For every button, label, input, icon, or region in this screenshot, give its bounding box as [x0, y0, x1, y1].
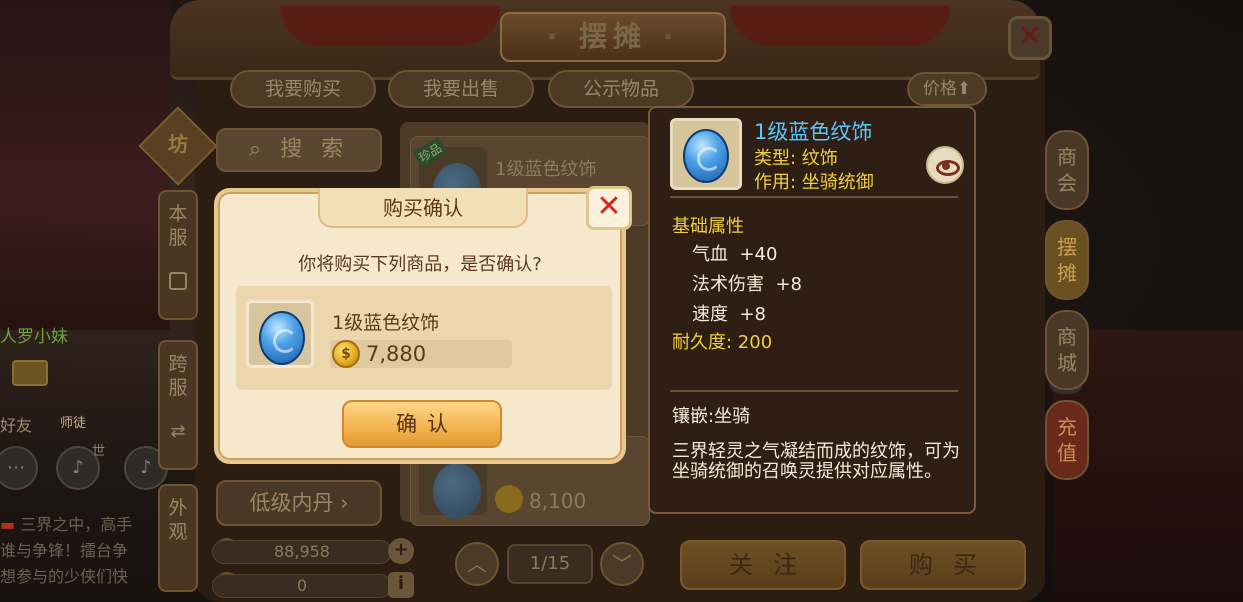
blue-gem-icon — [683, 129, 729, 183]
divider — [670, 390, 958, 392]
tooltip-item-icon — [670, 118, 742, 190]
add-money-button[interactable]: + — [388, 538, 414, 564]
attribute-value: +40 — [739, 244, 778, 265]
list-item-price: 8,100 — [529, 489, 587, 513]
search-icon: ⌕ — [248, 137, 268, 162]
blue-gem-icon — [433, 463, 481, 519]
category-low-inner-dan[interactable]: 低级内丹 › — [216, 480, 382, 526]
gold-amount: 0 — [212, 574, 392, 598]
tab-appearance[interactable]: 外观 — [158, 484, 198, 592]
side-tab-label: 商城 — [1057, 325, 1077, 375]
attribute-row: 法术伤害 +8 — [692, 270, 802, 296]
durability: 耐久度: 200 — [672, 332, 773, 353]
curtain-decoration — [730, 6, 950, 46]
mentor-label[interactable]: 师徒 — [60, 412, 86, 431]
side-tab-label: 摆摊 — [1057, 235, 1077, 285]
chat-bubble-icon[interactable]: ⋯ — [0, 446, 38, 490]
curtain-decoration — [280, 6, 500, 46]
silver-amount: 88,958 — [212, 540, 392, 564]
tooltip-item-use: 作用: 坐骑统御 — [754, 172, 874, 193]
grid-icon — [169, 272, 187, 290]
dialog-item-price: 7,880 — [366, 342, 427, 366]
side-tab-mall[interactable]: 商城 — [1045, 310, 1089, 390]
price-sort-button[interactable]: 价格⬆ — [907, 72, 987, 106]
stall-badge-text: 坊 — [168, 132, 188, 156]
attribute-label: 速度 — [692, 304, 728, 325]
attribute-row: 速度 +8 — [692, 300, 766, 326]
page-indicator: 1/15 — [507, 544, 593, 584]
list-item-name: 1级蓝色纹饰 — [495, 159, 597, 180]
search-button[interactable]: ⌕ 搜 索 — [216, 128, 382, 172]
tab-appearance-label: 外观 — [168, 497, 188, 543]
swap-icon: ⇄ — [170, 421, 186, 442]
attribute-label: 法术伤害 — [692, 274, 764, 295]
side-tab-stall[interactable]: 摆摊 — [1045, 220, 1089, 300]
attribute-value: +8 — [739, 304, 766, 325]
confirm-button[interactable]: 确认 — [342, 400, 502, 448]
side-tab-recharge[interactable]: 充值 — [1045, 400, 1089, 480]
mail-icon[interactable] — [12, 360, 48, 386]
tab-this-server-label: 本服 — [168, 203, 188, 249]
tab-cross-server[interactable]: 跨服 ⇄ — [158, 340, 198, 470]
item-tooltip: 1级蓝色纹饰 类型: 纹饰 作用: 坐骑统御 基础属性 气血 +40 法术伤害 … — [648, 106, 976, 514]
attribute-label: 气血 — [692, 244, 728, 265]
window-title: · 摆摊 · — [500, 12, 726, 62]
tooltip-item-type: 类型: 纹饰 — [754, 148, 838, 169]
tab-public-items[interactable]: 公示物品 — [548, 70, 694, 108]
purchase-confirm-dialog: 购买确认 ✕ 你将购买下列商品，是否确认? 1级蓝色纹饰 $ 7,880 确认 — [214, 186, 632, 464]
buy-button[interactable]: 购买 — [860, 540, 1026, 590]
eye-icon[interactable] — [926, 146, 964, 184]
dialog-item-name: 1级蓝色纹饰 — [332, 312, 440, 334]
tooltip-item-name: 1级蓝色纹饰 — [754, 120, 873, 144]
side-tab-chamber[interactable]: 商会 — [1045, 130, 1089, 210]
blue-gem-icon — [259, 311, 305, 365]
window-close-button[interactable]: ✕ — [1008, 16, 1052, 60]
attribute-row: 气血 +40 — [692, 240, 777, 266]
page-down-button[interactable]: ﹀ — [600, 542, 644, 586]
base-attributes-title: 基础属性 — [672, 216, 744, 237]
tab-buy[interactable]: 我要购买 — [230, 70, 376, 108]
gold-coin-icon: $ — [332, 340, 360, 368]
follow-button[interactable]: 关注 — [680, 540, 846, 590]
page-up-button[interactable]: ︿ — [455, 542, 499, 586]
dialog-item-icon — [246, 300, 314, 368]
side-tab-label: 商会 — [1057, 145, 1077, 195]
search-button-label: 搜 索 — [280, 137, 350, 162]
dialog-close-button[interactable]: ✕ — [586, 186, 632, 230]
dialog-title-bar: 购买确认 — [318, 188, 528, 228]
info-button[interactable]: i — [388, 572, 414, 598]
attribute-value: +8 — [775, 274, 802, 295]
coin-icon — [495, 485, 523, 513]
item-description: 三界轻灵之气凝结而成的纹饰，可为坐骑统御的召唤灵提供对应属性。 — [672, 441, 960, 482]
tab-this-server[interactable]: 本服 — [158, 190, 198, 320]
divider — [670, 196, 958, 198]
player-name-label: 人罗小妹 — [0, 327, 68, 347]
tab-sell[interactable]: 我要出售 — [388, 70, 534, 108]
friend-label[interactable]: 好友 — [0, 412, 32, 436]
background-building-left — [0, 0, 170, 330]
world-channel-label: 世 — [92, 444, 106, 459]
inlay-info: 镶嵌:坐骑 — [672, 406, 751, 427]
dialog-item-card: 1级蓝色纹饰 $ 7,880 — [236, 286, 612, 390]
dialog-title: 购买确认 — [383, 196, 463, 220]
side-tab-label: 充值 — [1057, 415, 1077, 465]
tab-cross-server-label: 跨服 — [168, 353, 188, 399]
dialog-message: 你将购买下列商品，是否确认? — [298, 254, 542, 275]
dialog-price-bar: $ 7,880 — [330, 340, 512, 368]
